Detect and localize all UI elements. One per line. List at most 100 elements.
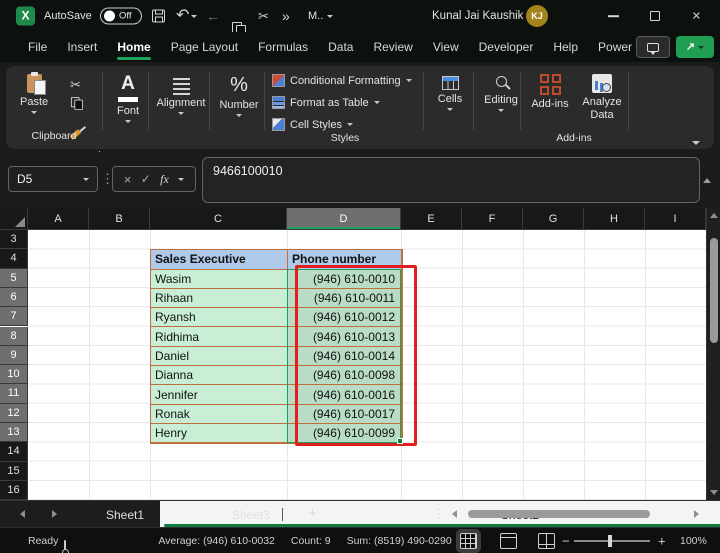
- zoom-slider-thumb[interactable]: [608, 535, 612, 547]
- formula-input[interactable]: 9466100010: [202, 157, 700, 203]
- cell-name-daniel[interactable]: Daniel: [151, 347, 288, 366]
- tab-home[interactable]: Home: [107, 34, 160, 60]
- sheet-nav-left-icon[interactable]: [20, 510, 25, 518]
- comments-button[interactable]: [636, 36, 670, 58]
- tab-developer[interactable]: Developer: [469, 34, 544, 60]
- cells-group-button[interactable]: Cells: [426, 76, 474, 111]
- column-header-e[interactable]: E: [401, 208, 462, 230]
- save-icon[interactable]: [152, 10, 165, 23]
- add-sheet-button[interactable]: +: [308, 505, 317, 522]
- addins-button[interactable]: Add-ins: [524, 74, 576, 110]
- zoom-in-button[interactable]: +: [658, 533, 666, 548]
- more-commands-icon[interactable]: »: [282, 9, 290, 23]
- page-layout-view-button[interactable]: [500, 533, 517, 549]
- page-break-view-button[interactable]: [538, 533, 555, 549]
- alignment-group-button[interactable]: Alignment: [152, 78, 210, 115]
- vertical-scroll-thumb[interactable]: [710, 238, 718, 343]
- tab-review[interactable]: Review: [363, 34, 422, 60]
- format-as-table-button[interactable]: Format as Table: [272, 96, 380, 109]
- row-header-9[interactable]: 9: [0, 346, 28, 365]
- sheet-tab-sheet1[interactable]: Sheet1: [92, 501, 158, 528]
- hscroll-left-icon[interactable]: [452, 510, 457, 518]
- maximize-button[interactable]: [650, 11, 660, 21]
- enter-icon[interactable]: ✓: [141, 172, 151, 186]
- conditional-formatting-button[interactable]: Conditional Formatting: [272, 74, 412, 87]
- macro-record-icon[interactable]: [64, 540, 66, 553]
- redo-icon[interactable]: ←: [206, 9, 220, 23]
- table-header-sales-executive[interactable]: Sales Executive: [151, 250, 288, 269]
- formula-bar-collapse-button[interactable]: [703, 170, 711, 188]
- cell-name-dianna[interactable]: Dianna: [151, 366, 288, 385]
- row-header-16[interactable]: 16: [0, 481, 28, 500]
- red-highlight-box[interactable]: [295, 265, 417, 446]
- tab-data[interactable]: Data: [318, 34, 363, 60]
- name-box[interactable]: D5: [8, 166, 98, 192]
- cut-icon[interactable]: ✂: [258, 10, 269, 23]
- avatar[interactable]: KJ: [526, 5, 548, 27]
- row-header-6[interactable]: 6: [0, 288, 28, 307]
- cell-name-ridhima[interactable]: Ridhima: [151, 327, 288, 346]
- tab-formulas[interactable]: Formulas: [248, 34, 318, 60]
- vertical-scrollbar[interactable]: [706, 208, 720, 500]
- sheet-nav-right-icon[interactable]: [52, 510, 57, 518]
- tab-file[interactable]: File: [18, 34, 57, 60]
- number-group-button[interactable]: % Number: [213, 74, 265, 117]
- cell-name-rihaan[interactable]: Rihaan: [151, 289, 288, 308]
- analyze-data-button[interactable]: Analyze Data: [576, 74, 628, 122]
- row-header-5[interactable]: 5: [0, 269, 28, 288]
- excel-app-icon[interactable]: X: [16, 7, 35, 26]
- row-header-7[interactable]: 7: [0, 307, 28, 326]
- tab-page-layout[interactable]: Page Layout: [161, 34, 248, 60]
- quick-access-menu[interactable]: M..: [308, 10, 333, 22]
- close-button[interactable]: ×: [692, 9, 701, 24]
- copy-button[interactable]: [71, 97, 82, 109]
- ribbon-collapse-button[interactable]: [692, 132, 700, 150]
- cell-name-ronak[interactable]: Ronak: [151, 405, 288, 424]
- column-header-h[interactable]: H: [584, 208, 645, 230]
- tab-insert[interactable]: Insert: [57, 34, 107, 60]
- column-header-d[interactable]: D: [287, 208, 401, 230]
- cancel-icon[interactable]: ×: [124, 172, 132, 187]
- horizontal-scroll-thumb[interactable]: [468, 510, 650, 518]
- row-header-10[interactable]: 10: [0, 365, 28, 384]
- column-header-c[interactable]: C: [150, 208, 287, 230]
- scroll-up-icon[interactable]: [710, 213, 718, 218]
- tab-help[interactable]: Help: [543, 34, 588, 60]
- row-header-14[interactable]: 14: [0, 442, 28, 461]
- cell-styles-button[interactable]: Cell Styles: [272, 118, 353, 131]
- row-header-15[interactable]: 15: [0, 462, 28, 481]
- zoom-level[interactable]: 100%: [680, 535, 707, 547]
- cell-name-henry[interactable]: Henry: [151, 424, 288, 443]
- sheet-tab-sheet3[interactable]: Sheet3: [218, 501, 284, 528]
- account-name[interactable]: Kunal Jai Kaushik: [432, 10, 523, 22]
- row-header-13[interactable]: 13: [0, 423, 28, 442]
- column-header-f[interactable]: F: [462, 208, 523, 230]
- column-header-g[interactable]: G: [523, 208, 584, 230]
- font-group-button[interactable]: A Font: [106, 74, 150, 123]
- row-header-8[interactable]: 8: [0, 327, 28, 346]
- column-header-i[interactable]: I: [645, 208, 706, 230]
- zoom-out-button[interactable]: −: [562, 533, 570, 548]
- tab-view[interactable]: View: [423, 34, 469, 60]
- cell-name-ryansh[interactable]: Ryansh: [151, 308, 288, 327]
- scroll-down-icon[interactable]: [710, 490, 718, 495]
- cell-name-jennifer[interactable]: Jennifer: [151, 385, 288, 404]
- sheet-tab-menu-icon[interactable]: ⋮: [432, 506, 445, 522]
- fill-handle[interactable]: [397, 438, 403, 444]
- cut-button[interactable]: ✂: [70, 76, 81, 94]
- select-all-button[interactable]: [0, 208, 28, 230]
- autosave-toggle[interactable]: Off: [100, 8, 142, 25]
- minimize-button[interactable]: [608, 15, 619, 17]
- column-header-b[interactable]: B: [89, 208, 150, 230]
- share-button[interactable]: ↗: [676, 36, 714, 58]
- normal-view-button[interactable]: [460, 533, 477, 549]
- insert-function-icon[interactable]: fx: [160, 172, 169, 187]
- zoom-slider-track[interactable]: [574, 540, 650, 542]
- column-header-a[interactable]: A: [28, 208, 89, 230]
- hscroll-right-icon[interactable]: [694, 510, 699, 518]
- row-header-3[interactable]: 3: [0, 230, 28, 249]
- undo-button[interactable]: ↶: [176, 9, 197, 23]
- row-header-4[interactable]: 4: [0, 249, 28, 268]
- row-header-11[interactable]: 11: [0, 384, 28, 403]
- row-header-12[interactable]: 12: [0, 404, 28, 423]
